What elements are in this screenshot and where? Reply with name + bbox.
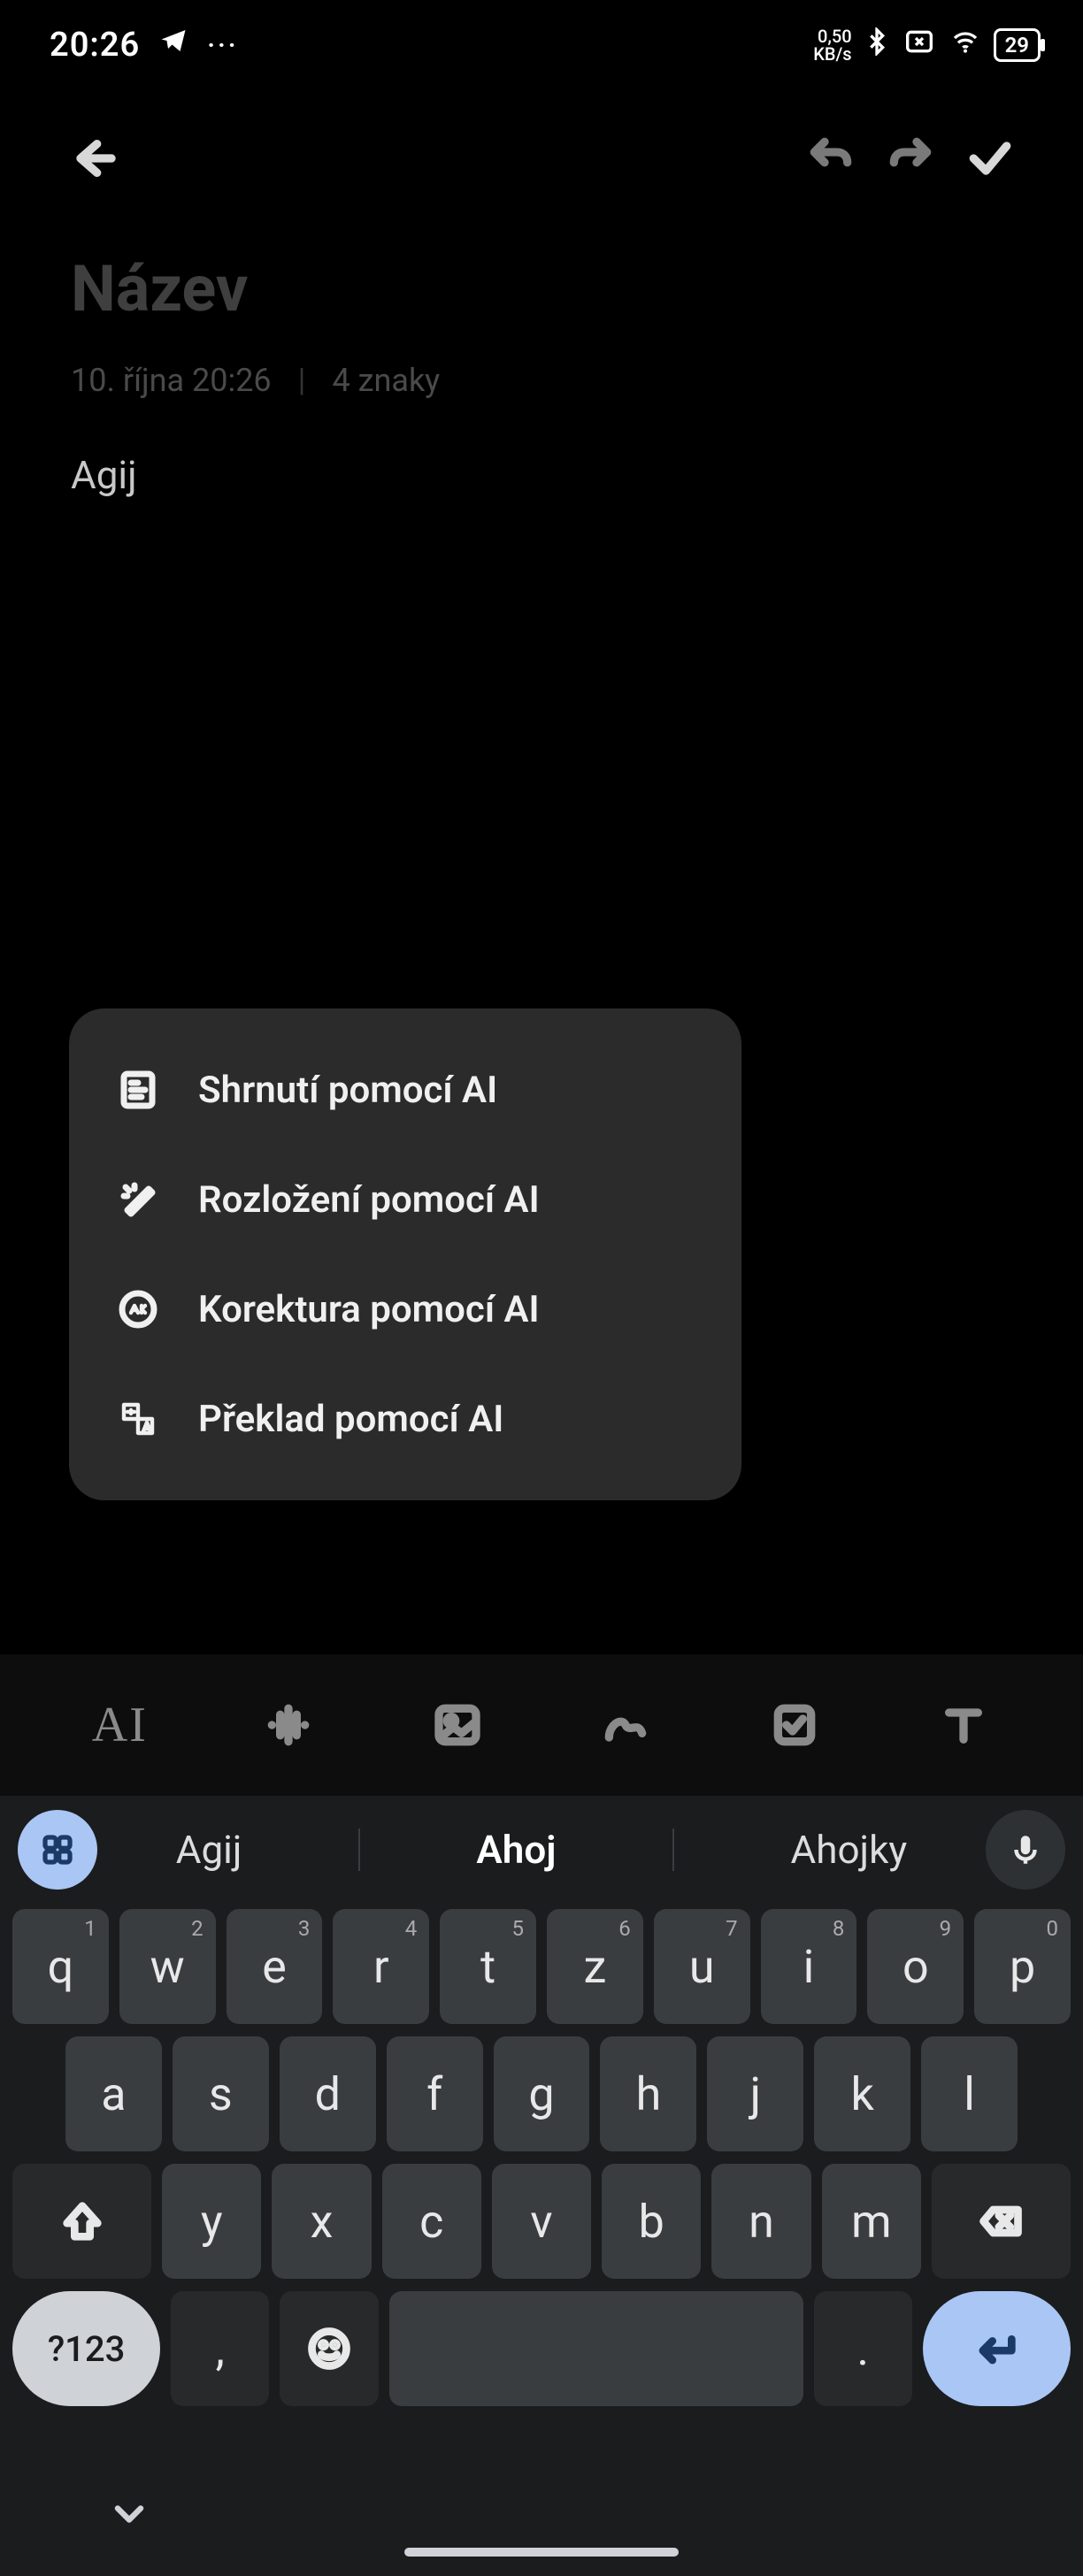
key-j[interactable]: j: [707, 2036, 803, 2151]
keyboard-row-1: q1w2e3r4t5z6u7i8o9p0: [12, 1909, 1071, 2024]
space-key[interactable]: [389, 2291, 803, 2406]
keyboard-row-3: yxcvbnm: [12, 2164, 1071, 2279]
app-header: [0, 83, 1083, 225]
note-content[interactable]: Agij: [71, 452, 1012, 498]
key-t[interactable]: t5: [440, 1909, 536, 2024]
ai-proofread-option[interactable]: Korektura pomocí AI: [69, 1254, 741, 1364]
keyboard-apps-button[interactable]: [18, 1810, 97, 1890]
more-icon: ···: [207, 30, 238, 61]
magic-wand-icon: [113, 1175, 163, 1224]
status-bar: 20:26 ··· 0,50 KB/s 29: [0, 0, 1083, 83]
translate-icon: [113, 1394, 163, 1444]
image-toolbar-button[interactable]: [404, 1672, 511, 1778]
mode-switch-key[interactable]: ?123: [12, 2291, 160, 2406]
key-x[interactable]: x: [272, 2164, 371, 2279]
key-g[interactable]: g: [494, 2036, 590, 2151]
key-r[interactable]: r4: [333, 1909, 429, 2024]
shift-key[interactable]: [12, 2164, 151, 2279]
note-toolbar: AI: [0, 1654, 1083, 1796]
ai-translate-option[interactable]: Překlad pomocí AI: [69, 1364, 741, 1474]
key-y[interactable]: y: [162, 2164, 261, 2279]
enter-key[interactable]: [923, 2291, 1071, 2406]
key-v[interactable]: v: [492, 2164, 591, 2279]
popup-item-label: Rozložení pomocí AI: [198, 1178, 540, 1222]
keyboard: Agij Ahoj Ahojky q1w2e3r4t5z6u7i8o9p0 as…: [0, 1796, 1083, 2576]
keyboard-row-4: ?123 , .: [12, 2291, 1071, 2406]
proofread-icon: [113, 1284, 163, 1334]
backspace-key[interactable]: [932, 2164, 1071, 2279]
comma-key[interactable]: ,: [171, 2291, 269, 2406]
keyboard-suggestion[interactable]: Agij: [150, 1818, 269, 1882]
telegram-icon: [157, 25, 189, 65]
key-n[interactable]: n: [711, 2164, 810, 2279]
undo-button[interactable]: [791, 119, 871, 198]
note-body: Název 10. října 20:26 | 4 znaky Agij: [0, 225, 1083, 498]
ai-layout-option[interactable]: Rozložení pomocí AI: [69, 1145, 741, 1254]
summary-icon: [113, 1065, 163, 1115]
status-clock: 20:26: [50, 26, 140, 65]
sim-error-icon: [902, 26, 937, 65]
ai-summary-option[interactable]: Shrnutí pomocí AI: [69, 1035, 741, 1145]
home-indicator[interactable]: [404, 2548, 679, 2557]
key-e[interactable]: e3: [227, 1909, 323, 2024]
key-s[interactable]: s: [173, 2036, 269, 2151]
ai-toolbar-button[interactable]: AI: [66, 1672, 173, 1778]
key-i[interactable]: i8: [761, 1909, 857, 2024]
ai-popup-menu: Shrnutí pomocí AI Rozložení pomocí AI Ko…: [69, 1008, 741, 1500]
voice-toolbar-button[interactable]: [235, 1672, 342, 1778]
meta-separator: |: [298, 362, 306, 399]
emoji-key[interactable]: [280, 2291, 378, 2406]
key-w[interactable]: w2: [119, 1909, 216, 2024]
note-title-placeholder[interactable]: Název: [71, 251, 1012, 326]
keyboard-suggestion[interactable]: Ahoj: [449, 1818, 582, 1882]
draw-toolbar-button[interactable]: [572, 1672, 679, 1778]
note-date: 10. října 20:26: [71, 362, 272, 399]
navigation-bar: [0, 2461, 1083, 2576]
key-f[interactable]: f: [387, 2036, 483, 2151]
key-m[interactable]: m: [822, 2164, 921, 2279]
key-u[interactable]: u7: [654, 1909, 750, 2024]
keyboard-suggestion-bar: Agij Ahoj Ahojky: [0, 1796, 1083, 1904]
note-char-count: 4 znaky: [332, 362, 440, 399]
key-l[interactable]: l: [921, 2036, 1018, 2151]
key-p[interactable]: p0: [974, 1909, 1071, 2024]
popup-item-label: Překlad pomocí AI: [198, 1398, 503, 1441]
key-c[interactable]: c: [382, 2164, 481, 2279]
key-o[interactable]: o9: [867, 1909, 964, 2024]
keyboard-row-2: asdfghjkl: [12, 2036, 1071, 2151]
back-button[interactable]: [53, 119, 133, 198]
checklist-toolbar-button[interactable]: [741, 1672, 848, 1778]
popup-item-label: Korektura pomocí AI: [198, 1288, 540, 1331]
period-key[interactable]: .: [814, 2291, 912, 2406]
key-q[interactable]: q1: [12, 1909, 109, 2024]
redo-button[interactable]: [871, 119, 950, 198]
suggestion-separator: [358, 1828, 360, 1871]
key-z[interactable]: z6: [547, 1909, 643, 2024]
key-b[interactable]: b: [602, 2164, 701, 2279]
battery-indicator: 29: [994, 28, 1041, 62]
status-network-speed: 0,50 KB/s: [813, 27, 851, 63]
confirm-button[interactable]: [950, 119, 1030, 198]
keyboard-collapse-icon[interactable]: [106, 2491, 152, 2541]
key-a[interactable]: a: [65, 2036, 162, 2151]
key-k[interactable]: k: [814, 2036, 910, 2151]
wifi-icon: [948, 26, 983, 65]
key-d[interactable]: d: [280, 2036, 376, 2151]
bluetooth-icon: [863, 26, 891, 65]
popup-item-label: Shrnutí pomocí AI: [198, 1069, 497, 1112]
keyboard-suggestion[interactable]: Ahojky: [764, 1818, 934, 1882]
key-h[interactable]: h: [600, 2036, 696, 2151]
text-format-toolbar-button[interactable]: [910, 1672, 1017, 1778]
keyboard-mic-button[interactable]: [986, 1810, 1065, 1890]
suggestion-separator: [672, 1828, 674, 1871]
